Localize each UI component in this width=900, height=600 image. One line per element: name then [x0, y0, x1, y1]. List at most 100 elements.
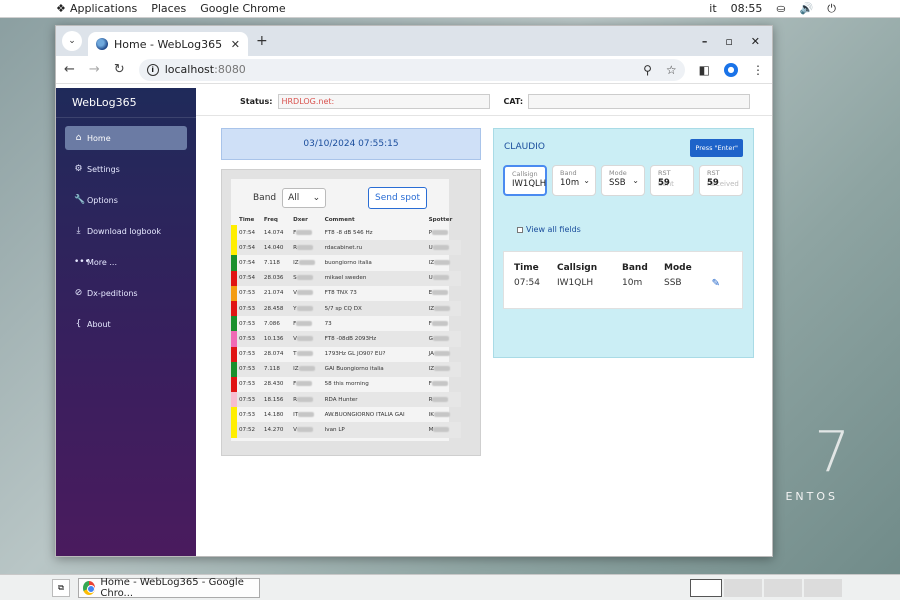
- edit-pencil-icon[interactable]: ✎: [712, 278, 720, 289]
- table-row[interactable]: 07:54 28.036 Smikael sweden U: [231, 270, 461, 286]
- places-menu[interactable]: Places: [151, 2, 186, 15]
- sidebar-item-download-logbook[interactable]: ⤓ Download logbook: [65, 219, 187, 243]
- sidebar-item-dx-peditions[interactable]: ⊘ Dx-peditions: [65, 281, 187, 305]
- power-icon[interactable]: ⏻: [827, 2, 836, 16]
- back-button[interactable]: ←: [64, 62, 75, 77]
- band-filter-select[interactable]: All ⌄: [282, 188, 327, 208]
- taskbar-window-button[interactable]: Home - WebLog365 - Google Chro...: [78, 577, 260, 599]
- table-row[interactable]: 07:54 14.074 F FT8 -8 dB 546 Hz P: [231, 225, 461, 241]
- side-panel-icon[interactable]: ◧: [699, 63, 710, 77]
- send-spot-button[interactable]: Send spot: [368, 187, 427, 209]
- time-cell: 07:54: [239, 229, 256, 236]
- wrench-icon: 🔧: [74, 195, 86, 205]
- spotter-cell: IK: [427, 407, 461, 422]
- table-row[interactable]: 07:53 21.074 V FT8 TNX 73 E: [231, 285, 461, 301]
- workspace-switcher: [690, 578, 842, 597]
- maximize-button[interactable]: ▫: [725, 35, 732, 48]
- close-tab-icon[interactable]: ✕: [231, 38, 240, 51]
- minimize-button[interactable]: –: [702, 35, 708, 48]
- table-row[interactable]: 07:53 18.156 R RDA Hunter R: [231, 392, 461, 408]
- bookmark-star-icon[interactable]: ☆: [666, 63, 677, 77]
- table-row[interactable]: 07:54 14.040 Rrdacabinet.ru U: [231, 240, 461, 256]
- toolbar: ← → ↻ i localhost:8080 ⚲ ☆ ◧ ● ⋮: [56, 56, 772, 84]
- sidebar-item-about[interactable]: {About: [65, 312, 187, 336]
- redacted-callsign: [431, 229, 448, 235]
- chrome-icon: [83, 580, 96, 595]
- time-cell: 07:54: [239, 259, 256, 266]
- workspace-3[interactable]: [764, 578, 802, 597]
- new-tab-button[interactable]: +: [256, 33, 268, 49]
- reload-button[interactable]: ↻: [114, 62, 125, 77]
- redacted-callsign: [296, 320, 313, 326]
- spotter-cell: JA: [427, 347, 461, 362]
- redacted-callsign: [298, 366, 315, 372]
- home-icon: ⌂: [75, 133, 82, 143]
- active-app-menu[interactable]: Google Chrome: [200, 2, 285, 15]
- callsign-field[interactable]: Callsign IW1QLH: [503, 165, 547, 196]
- table-row[interactable]: 07:53 28.074 T 1793Hz GL JO90? EU? JA: [231, 346, 461, 362]
- chevron-down-icon: ⌄: [68, 36, 76, 46]
- freq-cell: 7.118: [261, 361, 292, 377]
- redacted-callsign: [432, 335, 449, 341]
- tab-title: Home - WebLog365: [114, 37, 223, 51]
- forward-button[interactable]: →: [89, 62, 100, 77]
- workspace-1[interactable]: [690, 578, 722, 597]
- table-row[interactable]: 07:53 14.180 IT AW.BUONGIORNO ITALIA GAI IK: [231, 407, 461, 423]
- close-window-button[interactable]: ✕: [751, 35, 760, 48]
- clock[interactable]: 08:55: [731, 2, 763, 15]
- network-icon[interactable]: ⛀: [776, 2, 785, 15]
- time-cell: 07:53: [239, 381, 256, 388]
- system-top-bar: ❖ Applications Places Google Chrome it 08…: [0, 0, 900, 18]
- time-cell: 07:53: [239, 320, 256, 327]
- qso-header-mode: Mode: [664, 263, 692, 273]
- browser-tab[interactable]: Home - WebLog365 ✕: [88, 32, 248, 56]
- press-enter-button[interactable]: Press "Enter": [690, 139, 743, 157]
- status-field: HRDLOG.net:: [278, 94, 491, 109]
- site-info-icon[interactable]: i: [146, 63, 159, 76]
- zoom-icon[interactable]: ⚲: [643, 63, 652, 77]
- status-label: Status:: [240, 97, 273, 106]
- redacted-callsign: [296, 351, 313, 357]
- view-all-fields-checkbox[interactable]: View all fields: [517, 225, 581, 234]
- workspace-2[interactable]: [724, 578, 762, 597]
- workspace-4[interactable]: [804, 578, 842, 597]
- qso-header-band: Band: [622, 263, 648, 273]
- url-port: :8080: [214, 63, 246, 76]
- rst-received-field[interactable]: RST Received 59: [699, 165, 743, 196]
- dxer-cell: IZ: [291, 255, 323, 270]
- tab-strip: ⌄ Home - WebLog365 ✕ + – ▫ ✕: [56, 26, 772, 56]
- table-row[interactable]: 07:53 7.118 IZ GAI Buongiorno italia IZ: [231, 361, 461, 377]
- spotter-cell: U: [426, 270, 461, 286]
- table-row[interactable]: 07:54 7.118 IZ buongiorno italia IZ: [231, 255, 461, 271]
- band-select[interactable]: Band 10m ⌄: [552, 165, 596, 196]
- sidebar-item-settings[interactable]: ⚙ Settings: [65, 157, 187, 181]
- address-bar[interactable]: i localhost:8080 ⚲ ☆: [138, 58, 685, 81]
- desktop-logo-text: ENTOS: [785, 490, 838, 503]
- sidebar-item-more[interactable]: ••• More ...: [65, 250, 187, 274]
- more-menu-icon[interactable]: ⋮: [752, 63, 764, 77]
- sidebar-item-home[interactable]: ⌂ Home: [65, 126, 187, 150]
- profile-avatar-icon[interactable]: ●: [724, 62, 738, 77]
- brand-title[interactable]: WebLog365: [56, 88, 196, 118]
- checkbox[interactable]: [517, 226, 523, 233]
- sidebar: WebLog365 ⌂ Home ⚙ Settings 🔧 Options ⤓ Down…: [56, 88, 196, 556]
- keyboard-layout[interactable]: it: [709, 2, 716, 15]
- table-row[interactable]: 07:53 7.086 F 73 F: [231, 316, 461, 332]
- table-row[interactable]: 07:53 10.136 V FT8 -08dB 2093Hz G: [231, 331, 461, 347]
- time-cell: 07:53: [237, 300, 262, 317]
- table-row[interactable]: 07:52 14.270 V Ivan LP M: [231, 422, 461, 438]
- mode-select[interactable]: Mode SSB ⌄: [601, 165, 645, 196]
- sidebar-item-options[interactable]: 🔧 Options: [65, 188, 187, 212]
- tab-search-button[interactable]: ⌄: [62, 31, 82, 51]
- column-header: Comment: [324, 217, 355, 223]
- table-row[interactable]: 07:53 28.458 Y 5/7 sp CQ DX IZ: [231, 300, 461, 317]
- weblog-app: WebLog365 ⌂ Home ⚙ Settings 🔧 Options ⤓ Down…: [56, 88, 772, 556]
- volume-icon[interactable]: 🔊: [800, 2, 814, 15]
- freq-cell: 7.086: [263, 320, 280, 327]
- rst-sent-field[interactable]: RST Sent 59: [650, 165, 694, 196]
- table-row[interactable]: 07:53 28.430 F 58 this morning F: [231, 376, 461, 393]
- freq-cell: 28.036: [261, 270, 292, 286]
- show-desktop-button[interactable]: ⧉: [52, 578, 70, 597]
- redacted-callsign: [296, 305, 313, 311]
- applications-menu[interactable]: ❖ Applications: [56, 2, 137, 15]
